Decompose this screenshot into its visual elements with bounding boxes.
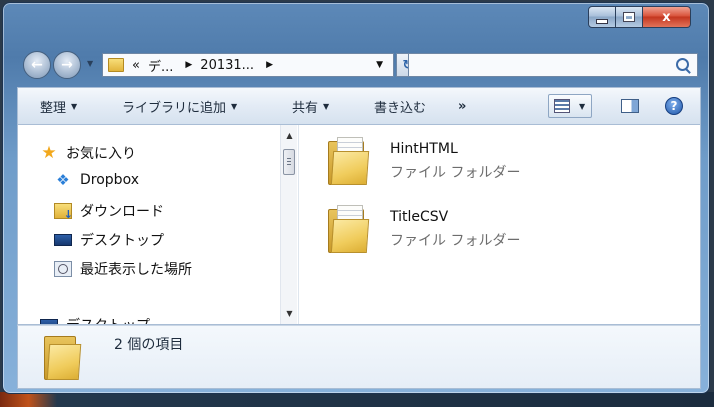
help-icon: ? [670,99,678,113]
recent-places-icon [54,261,72,277]
nav-item-favorites[interactable]: ★ お気に入り [40,143,136,163]
star-icon: ★ [41,143,57,163]
burn-label: 書き込む [374,100,427,116]
back-button[interactable]: ← [23,51,51,79]
search-icon[interactable] [676,58,689,71]
maximize-icon [623,12,635,22]
list-item[interactable]: HintHTML ファイル フォルダー [328,137,520,185]
include-in-library-label: ライブラリに追加 [122,100,227,116]
desktop-background [0,392,714,407]
file-type: ファイル フォルダー [390,233,521,249]
navigation-pane: ★ お気に入り ❖ Dropbox ダウンロード デスクトップ 最近表示した場所 [18,125,278,324]
desktop-icon [40,319,58,324]
minimize-icon [596,18,608,24]
change-view-button[interactable]: ▼ [548,94,592,118]
include-in-library-button[interactable]: ライブラリに追加 ▼ [122,97,237,116]
forward-arrow-icon: → [61,57,73,73]
navigation-pane-scrollbar[interactable]: ▲ ▼ [280,125,297,324]
more-commands-button[interactable]: » [458,99,466,114]
breadcrumb-arrow-icon[interactable]: ▶ [266,60,273,70]
organize-label: 整理 [40,100,67,116]
nav-item-label: デスクトップ [80,233,164,249]
folder-icon [328,205,370,253]
list-item[interactable]: TitleCSV ファイル フォルダー [328,205,520,253]
breadcrumb-segment-1[interactable]: デ... [148,56,173,75]
help-button[interactable]: ? [665,97,683,115]
breadcrumb-segment-2[interactable]: 20131... [200,58,254,73]
more-commands-icon: » [458,98,467,114]
chevron-down-icon: ▼ [71,101,78,111]
chevron-down-icon: ▼ [323,101,330,111]
share-label: 共有 [292,100,319,116]
file-name: TitleCSV [390,209,449,225]
chevron-down-icon: ▼ [231,101,238,111]
address-dropdown-icon[interactable]: ▼ [376,60,383,70]
nav-item-desktop-root[interactable]: デスクトップ [40,315,150,324]
address-bar[interactable]: « デ... ▶ 20131... ▶ ▼ [102,53,394,77]
chevron-down-icon[interactable]: ▼ [579,102,585,111]
command-bar: 整理 ▼ ライブラリに追加 ▼ 共有 ▼ 書き込む » ▼ ? [17,87,701,125]
desktop-icon [54,234,72,246]
minimize-button[interactable] [588,6,616,28]
caption-buttons: x [588,6,691,28]
nav-item-recent-places[interactable]: 最近表示した場所 [54,259,192,279]
folder-icon [328,137,370,185]
nav-item-label: ダウンロード [80,204,164,220]
breadcrumb-arrow-icon[interactable]: ▶ [185,60,192,70]
details-view-icon [554,99,570,113]
nav-item-desktop[interactable]: デスクトップ [54,230,164,250]
nav-item-label: デスクトップ [66,315,150,324]
forward-button[interactable]: → [53,51,81,79]
navigation-bar: ← → ▼ « デ... ▶ 20131... ▶ ▼ ↻ [17,47,703,81]
details-pane: 2 個の項目 [17,325,701,389]
nav-item-label: Dropbox [80,172,139,188]
maximize-button[interactable] [616,6,643,28]
downloads-folder-icon [54,203,73,221]
recent-pages-dropdown[interactable]: ▼ [87,59,93,68]
nav-item-downloads[interactable]: ダウンロード [54,201,164,221]
share-button[interactable]: 共有 ▼ [292,97,329,116]
back-arrow-icon: ← [31,57,43,73]
nav-item-label: 最近表示した場所 [80,262,192,278]
pane-divider[interactable] [298,125,299,324]
scrollbar-thumb[interactable] [283,149,295,175]
nav-item-label: お気に入り [66,146,136,162]
search-input[interactable] [408,53,698,77]
file-name: HintHTML [390,141,458,157]
address-overflow-chevron[interactable]: « [132,58,140,73]
organize-button[interactable]: 整理 ▼ [40,97,77,116]
folder-icon [44,334,82,382]
explorer-window: x ← → ▼ « デ... ▶ 20131... ▶ ▼ ↻ 整理 ▼ ライブラ… [2,2,710,394]
dropbox-icon: ❖ [56,171,70,189]
close-icon: x [662,9,671,25]
burn-button[interactable]: 書き込む [374,97,426,116]
scroll-up-icon[interactable]: ▲ [281,127,298,144]
nav-item-dropbox[interactable]: ❖ Dropbox [54,172,139,188]
close-button[interactable]: x [643,6,691,28]
address-folder-icon [108,58,124,72]
scroll-down-icon[interactable]: ▼ [281,305,298,322]
main-content: ★ お気に入り ❖ Dropbox ダウンロード デスクトップ 最近表示した場所 [17,125,701,325]
item-count: 2 個の項目 [114,337,184,353]
file-type: ファイル フォルダー [390,165,521,181]
preview-pane-button[interactable] [621,99,639,113]
